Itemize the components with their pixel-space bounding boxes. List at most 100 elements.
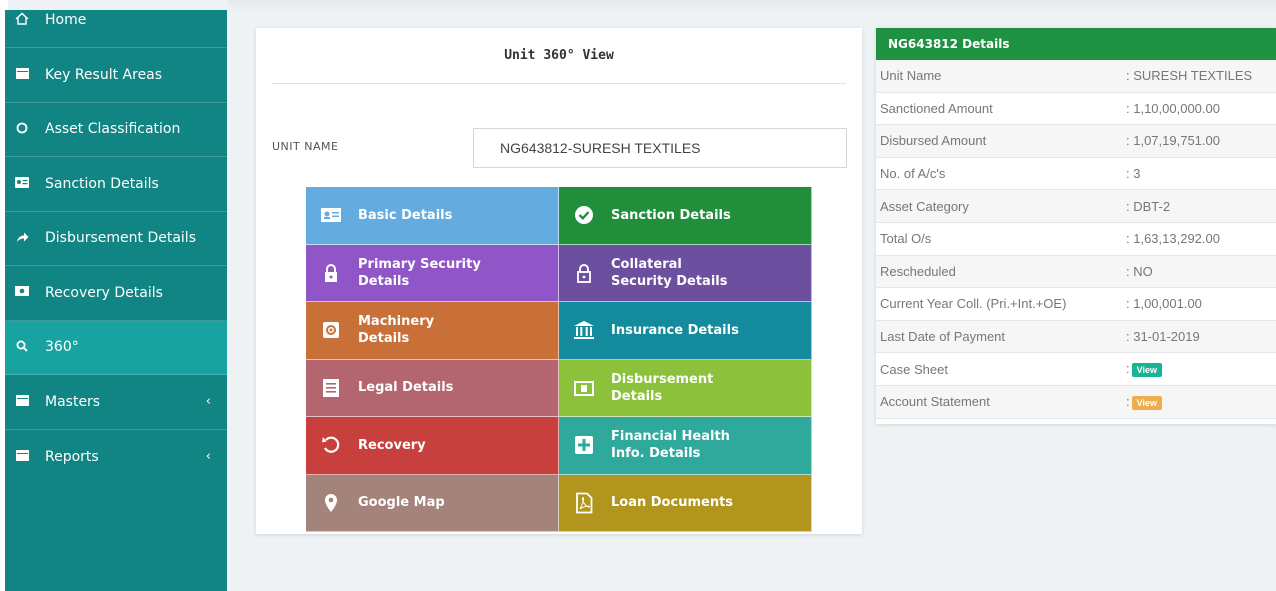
tile-insurance-details[interactable]: Insurance Details [559, 302, 812, 360]
details-label: Account Statement [880, 394, 990, 410]
unit-360-card: Unit 360° View UNIT NAME Basic Details Sa… [256, 28, 862, 534]
details-value: : 3 [1126, 166, 1141, 182]
tile-financial-health[interactable]: Financial Health Info. Details [559, 417, 812, 475]
sidebar-item-asset-classification[interactable]: Asset Classification [5, 103, 227, 157]
sidebar-item-key-result-areas[interactable]: Key Result Areas [5, 48, 227, 103]
sidebar-item-home[interactable]: Home [5, 10, 227, 48]
tile-label-line: Sanction Details [611, 207, 731, 223]
details-value: : 31-01-2019 [1126, 329, 1200, 345]
sidebar-item-masters[interactable]: Masters ‹ [5, 375, 227, 430]
details-value: : 1,07,19,751.00 [1126, 133, 1220, 149]
sidebar-item-label: Home [45, 12, 87, 28]
details-value: : 1,00,001.00 [1126, 296, 1202, 312]
tile-label: Disbursement Details [611, 371, 713, 405]
tile-label: Insurance Details [611, 322, 739, 339]
details-label: Unit Name [880, 68, 942, 84]
tile-grid: Basic Details Sanction Details Primary Sec… [306, 187, 812, 532]
account-statement-view-button[interactable]: View [1131, 395, 1162, 410]
lock-outline-icon [573, 262, 595, 284]
tile-label: Loan Documents [611, 494, 733, 511]
details-label: Asset Category [880, 198, 969, 214]
tile-sanction-details[interactable]: Sanction Details [559, 187, 812, 245]
tile-google-map[interactable]: Google Map [306, 474, 559, 532]
divider [272, 83, 846, 84]
tile-label-line: Machinery [358, 314, 435, 330]
share-arrow-icon [13, 231, 31, 246]
tile-label: Financial Health Info. Details [611, 428, 730, 462]
tile-label-line: Security Details [611, 273, 728, 289]
details-label: Disbursed Amount [880, 133, 987, 149]
details-row: Total O/s: 1,63,13,292.00 [876, 223, 1276, 256]
details-row: Disbursed Amount : 1,07,19,751.00 [876, 125, 1276, 158]
details-row: Case Sheet: View [876, 353, 1276, 386]
tile-disbursement[interactable]: Disbursement Details [559, 359, 812, 417]
list-icon [13, 67, 31, 82]
tile-primary-security[interactable]: Primary Security Details [306, 244, 559, 302]
search-icon [13, 340, 31, 355]
document-icon [320, 377, 342, 399]
unit-details-panel: NG643812 Details Unit Name: SURESH TEXTI… [876, 28, 1276, 424]
unit-name-label: UNIT NAME [272, 140, 339, 153]
home-icon [13, 12, 31, 28]
details-row: Rescheduled : NO [876, 255, 1276, 289]
sidebar: Home Key Result Areas Asset Classificati… [5, 10, 227, 591]
tile-label-line: Legal Details [358, 380, 454, 396]
details-value: : 1,10,00,000.00 [1126, 100, 1220, 116]
details-row: Unit Name: SURESH TEXTILES [876, 60, 1276, 93]
tile-loan-documents[interactable]: Loan Documents [559, 474, 812, 532]
details-value-prefix: : [1126, 393, 1130, 409]
details-row: Asset Category : DBT-2 [876, 190, 1276, 223]
tile-label: Google Map [358, 494, 445, 511]
details-row: Sanctioned Amount : 1,10,00,000.00 [876, 93, 1276, 126]
tile-legal-details[interactable]: Legal Details [306, 359, 559, 417]
details-label: No. of A/c's [880, 166, 946, 182]
money-icon [13, 286, 31, 299]
undo-icon [320, 434, 342, 456]
details-row: Account Statement: View [876, 385, 1276, 419]
lock-icon [320, 262, 342, 284]
tile-label: Sanction Details [611, 207, 731, 224]
sidebar-item-360[interactable]: 360° [5, 320, 227, 375]
sidebar-item-label: Sanction Details [45, 175, 159, 192]
sidebar-item-label: Asset Classification [45, 121, 181, 138]
details-value: : NO [1126, 263, 1153, 279]
details-value: : DBT-2 [1126, 198, 1171, 214]
tile-label: Machinery Details [358, 313, 434, 347]
tile-label-line: Info. Details [611, 446, 701, 462]
pdf-icon [573, 492, 595, 514]
details-label: Last Date of Payment [880, 329, 1006, 345]
tile-label-line: Basic Details [358, 207, 453, 223]
unit-name-input[interactable] [473, 128, 847, 168]
bank-icon [573, 319, 595, 341]
details-label: Current Year Coll. (Pri.+Int.+OE) [880, 296, 1067, 312]
details-label: Sanctioned Amount [880, 100, 993, 116]
details-title: NG643812 Details [876, 28, 1276, 60]
table-icon [13, 449, 31, 464]
sidebar-item-sanction-details[interactable]: Sanction Details [5, 157, 227, 212]
details-label: Total O/s [880, 231, 932, 247]
case-sheet-view-button[interactable]: View [1131, 362, 1162, 377]
id-card-icon [13, 176, 31, 191]
tile-basic-details[interactable]: Basic Details [306, 187, 559, 245]
tile-label-line: Details [611, 388, 663, 404]
sidebar-item-disbursement-details[interactable]: Disbursement Details [5, 212, 227, 266]
id-card-icon [320, 204, 342, 226]
details-row: No. of A/c's : 3 [876, 158, 1276, 191]
sidebar-item-recovery-details[interactable]: Recovery Details [5, 266, 227, 321]
sidebar-item-label: Disbursement Details [45, 230, 196, 247]
tile-label: Legal Details [358, 379, 453, 396]
tile-label-line: Disbursement [611, 371, 714, 387]
tile-collateral[interactable]: Collateral Security Details [559, 244, 812, 302]
tile-label-line: Google Map [358, 495, 445, 511]
tile-machinery[interactable]: Machinery Details [306, 302, 559, 360]
details-value: : View [1126, 394, 1276, 410]
tile-recovery[interactable]: Recovery [306, 417, 559, 475]
circle-icon [13, 122, 31, 137]
tile-label: Collateral Security Details [611, 256, 727, 290]
sidebar-item-reports[interactable]: Reports ‹ [5, 430, 227, 485]
table-icon [13, 394, 31, 409]
sidebar-item-label: Masters [45, 393, 101, 410]
details-label: Rescheduled [880, 263, 956, 279]
tile-label-line: Recovery [358, 437, 426, 453]
tile-label-line: Details [358, 331, 410, 347]
